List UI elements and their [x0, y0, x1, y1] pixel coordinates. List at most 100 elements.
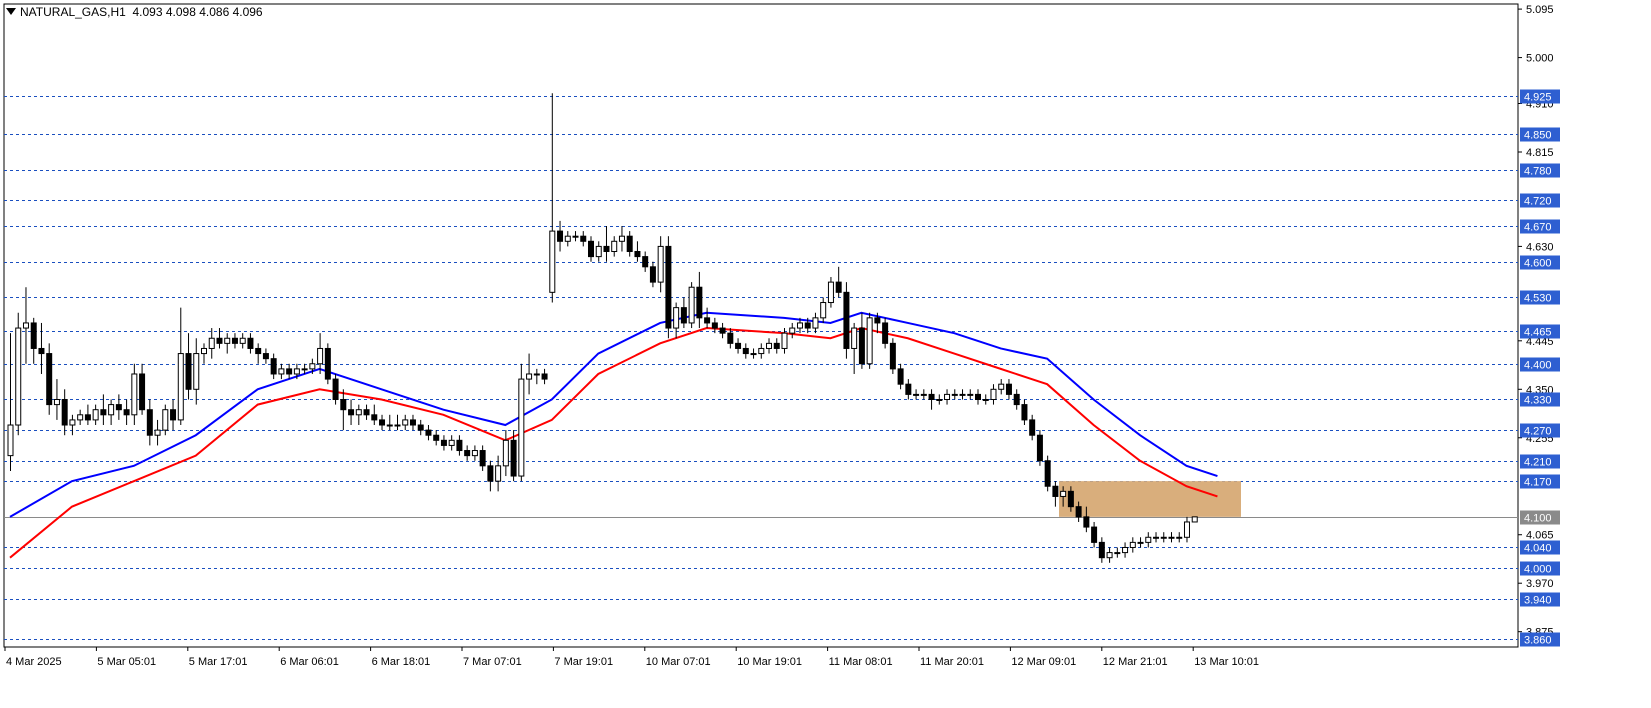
candle[interactable]	[719, 322, 726, 339]
candle[interactable]	[286, 363, 293, 380]
candle[interactable]	[866, 312, 873, 369]
candle[interactable]	[959, 389, 966, 400]
candle[interactable]	[278, 363, 285, 380]
candle[interactable]	[758, 343, 765, 359]
candle[interactable]	[1036, 430, 1043, 466]
candle[interactable]	[673, 302, 680, 339]
candle[interactable]	[239, 333, 246, 349]
candle[interactable]	[812, 312, 819, 334]
candle[interactable]	[324, 343, 331, 385]
candle[interactable]	[231, 333, 238, 349]
candle[interactable]	[913, 389, 920, 400]
candle[interactable]	[440, 435, 447, 451]
candle[interactable]	[688, 282, 695, 329]
candle[interactable]	[704, 307, 711, 329]
candle[interactable]	[1106, 547, 1113, 563]
candle[interactable]	[487, 460, 494, 492]
candle[interactable]	[580, 231, 587, 247]
fast-ma-line[interactable]	[9, 311, 1218, 518]
candle[interactable]	[680, 297, 687, 329]
candle[interactable]	[944, 389, 951, 405]
candle[interactable]	[61, 389, 68, 436]
candle[interactable]	[193, 338, 200, 405]
candle[interactable]	[1137, 537, 1144, 548]
candle[interactable]	[564, 231, 571, 247]
candle[interactable]	[379, 414, 386, 431]
candle[interactable]	[131, 363, 138, 426]
candle[interactable]	[262, 348, 269, 364]
candle[interactable]	[998, 379, 1005, 395]
candle[interactable]	[448, 435, 455, 451]
candle[interactable]	[889, 338, 896, 374]
candle[interactable]	[1021, 399, 1028, 426]
candle[interactable]	[22, 287, 29, 364]
candle[interactable]	[170, 399, 177, 431]
candle[interactable]	[471, 445, 478, 461]
candle[interactable]	[332, 373, 339, 405]
candle[interactable]	[456, 435, 463, 456]
candle[interactable]	[340, 389, 347, 431]
candle[interactable]	[936, 394, 943, 405]
candle[interactable]	[657, 236, 664, 293]
candle[interactable]	[711, 317, 718, 334]
candle[interactable]	[851, 322, 858, 374]
candle[interactable]	[905, 379, 912, 400]
candle[interactable]	[464, 445, 471, 461]
candle[interactable]	[355, 404, 362, 426]
candle[interactable]	[967, 389, 974, 400]
candle[interactable]	[541, 368, 548, 385]
candle[interactable]	[843, 282, 850, 359]
candle[interactable]	[69, 414, 76, 436]
candle[interactable]	[549, 93, 556, 303]
candle[interactable]	[394, 414, 401, 431]
candle[interactable]	[371, 404, 378, 426]
candle[interactable]	[696, 271, 703, 329]
candle[interactable]	[386, 414, 393, 431]
candle[interactable]	[1091, 521, 1098, 548]
candle[interactable]	[224, 333, 231, 354]
candle[interactable]	[208, 328, 215, 359]
candle[interactable]	[618, 225, 625, 252]
candle[interactable]	[557, 220, 564, 252]
candle[interactable]	[247, 333, 254, 354]
candle[interactable]	[603, 225, 610, 262]
candle[interactable]	[595, 241, 602, 262]
candle[interactable]	[518, 363, 525, 482]
candle[interactable]	[433, 430, 440, 446]
candle[interactable]	[588, 236, 594, 262]
candle[interactable]	[820, 297, 827, 323]
candle[interactable]	[77, 409, 84, 426]
candle[interactable]	[1160, 532, 1167, 543]
candle[interactable]	[92, 404, 99, 426]
candle[interactable]	[1013, 389, 1020, 410]
dropdown-triangle-icon[interactable]	[6, 8, 16, 15]
candle[interactable]	[115, 394, 122, 420]
candle[interactable]	[417, 419, 424, 436]
candle[interactable]	[827, 277, 834, 308]
candle[interactable]	[1029, 414, 1036, 441]
candle[interactable]	[897, 363, 904, 390]
candle[interactable]	[495, 455, 502, 492]
candle[interactable]	[53, 379, 60, 420]
candle[interactable]	[975, 389, 981, 405]
candle[interactable]	[766, 338, 773, 354]
candle[interactable]	[139, 363, 146, 415]
candle[interactable]	[502, 430, 509, 477]
candle[interactable]	[789, 322, 796, 339]
candle[interactable]	[185, 333, 192, 400]
candle[interactable]	[572, 231, 579, 242]
candle[interactable]	[123, 399, 130, 426]
candle[interactable]	[30, 317, 37, 364]
candle[interactable]	[38, 322, 45, 374]
candle[interactable]	[1145, 532, 1152, 548]
candle[interactable]	[928, 389, 935, 410]
candle[interactable]	[425, 425, 432, 441]
candle[interactable]	[665, 236, 672, 339]
candle[interactable]	[15, 312, 22, 436]
candle[interactable]	[634, 241, 641, 262]
candle[interactable]	[348, 399, 355, 426]
candle[interactable]	[990, 384, 997, 405]
candle[interactable]	[533, 368, 540, 385]
candle[interactable]	[920, 389, 927, 400]
candle[interactable]	[1122, 542, 1129, 558]
